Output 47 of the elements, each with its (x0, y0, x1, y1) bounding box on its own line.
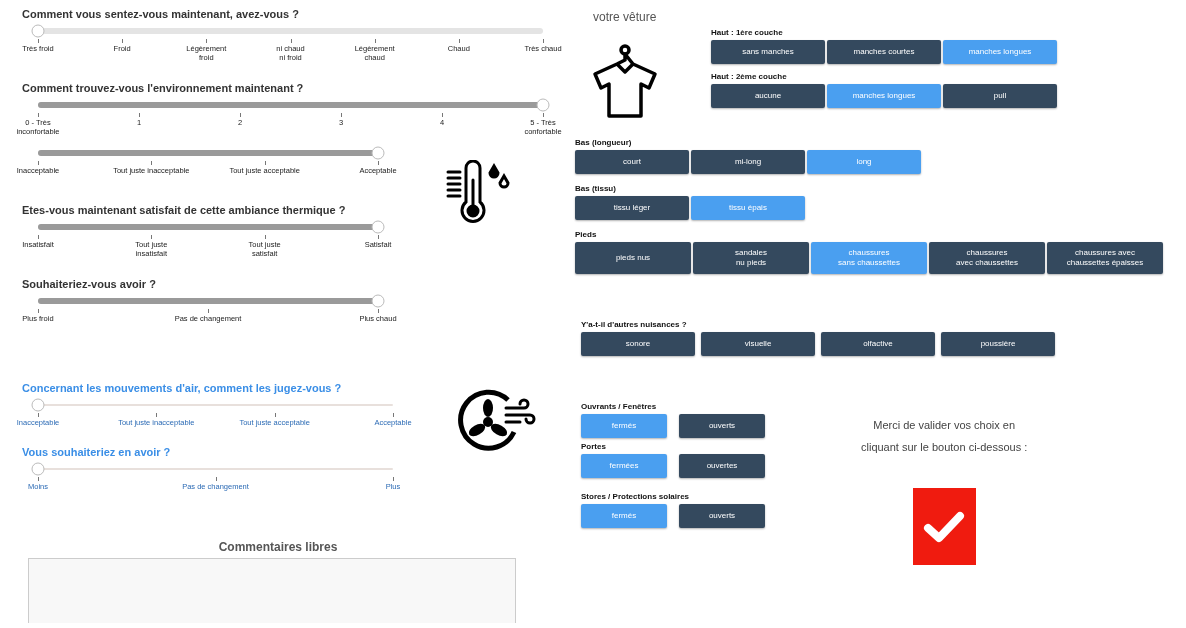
slider-thumb[interactable] (371, 294, 385, 307)
question-title: Comment vous sentez-vous maintenant, avez-vous ? (22, 8, 300, 20)
option-button[interactable]: tissu léger (575, 196, 689, 220)
group-label: Ouvrants / Fenêtres (581, 402, 658, 411)
option-button[interactable]: ouverts (679, 504, 765, 528)
option-button[interactable]: aucune (711, 84, 825, 108)
section-heading: votre vêture (593, 10, 658, 24)
group-label: Pieds (575, 230, 598, 239)
question-title: Concernant les mouvements d'air, comment les jugez-vous ? (22, 382, 343, 394)
group-label: Bas (longueur) (575, 138, 633, 147)
question-title: Etes-vous maintenant satisfait de cette ambiance thermique ? (22, 204, 347, 216)
option-button[interactable]: pieds nus (575, 242, 691, 274)
question-title: Vous souhaiteriez en avoir ? (22, 446, 172, 458)
checkmark-icon (922, 509, 967, 544)
comments-field[interactable] (28, 558, 516, 623)
comments-title: Commentaires libres (217, 540, 339, 554)
option-button[interactable]: court (575, 150, 689, 174)
slider-thumb[interactable] (31, 24, 45, 37)
option-button[interactable]: ouverts (679, 414, 765, 438)
option-button[interactable]: pull (943, 84, 1057, 108)
option-button[interactable]: chaussures avec chaussettes (929, 242, 1045, 274)
option-button[interactable]: chaussures avec chaussettes épaisses (1047, 242, 1163, 274)
group-label: Bas (tissu) (575, 184, 617, 193)
option-button[interactable]: ouvertes (679, 454, 765, 478)
slider-thumb[interactable] (536, 98, 550, 111)
option-button[interactable]: poussière (941, 332, 1055, 356)
slider-thumb[interactable] (31, 462, 45, 475)
group-label: Y'a-t-il d'autres nuisances ? (581, 320, 688, 329)
slider-thumb[interactable] (371, 220, 385, 233)
validate-button[interactable] (912, 488, 976, 565)
group-label: Portes (581, 442, 607, 451)
group-label: Stores / Protections solaires (581, 492, 691, 501)
slider-thumb[interactable] (31, 398, 45, 411)
option-button[interactable]: olfactive (821, 332, 935, 356)
option-button[interactable]: manches courtes (827, 40, 941, 64)
validation-message: Merci de valider vos choix en cliquant sur le bouton ci-dessous : (861, 418, 1028, 455)
question-title: Comment trouvez-vous l'environnement maintenant ? (22, 82, 305, 94)
option-button[interactable]: sandales nu pieds (693, 242, 809, 274)
fan-icon (456, 388, 536, 454)
option-button[interactable]: visuelle (701, 332, 815, 356)
group-label: Haut : 2ème couche (711, 72, 788, 81)
option-button[interactable]: sonore (581, 332, 695, 356)
group-label: Haut : 1ère couche (711, 28, 784, 37)
option-button[interactable]: mi-long (691, 150, 805, 174)
question-title: Souhaiteriez-vous avoir ? (22, 278, 157, 290)
slider-thumb[interactable] (371, 146, 385, 159)
option-button[interactable]: sans manches (711, 40, 825, 64)
